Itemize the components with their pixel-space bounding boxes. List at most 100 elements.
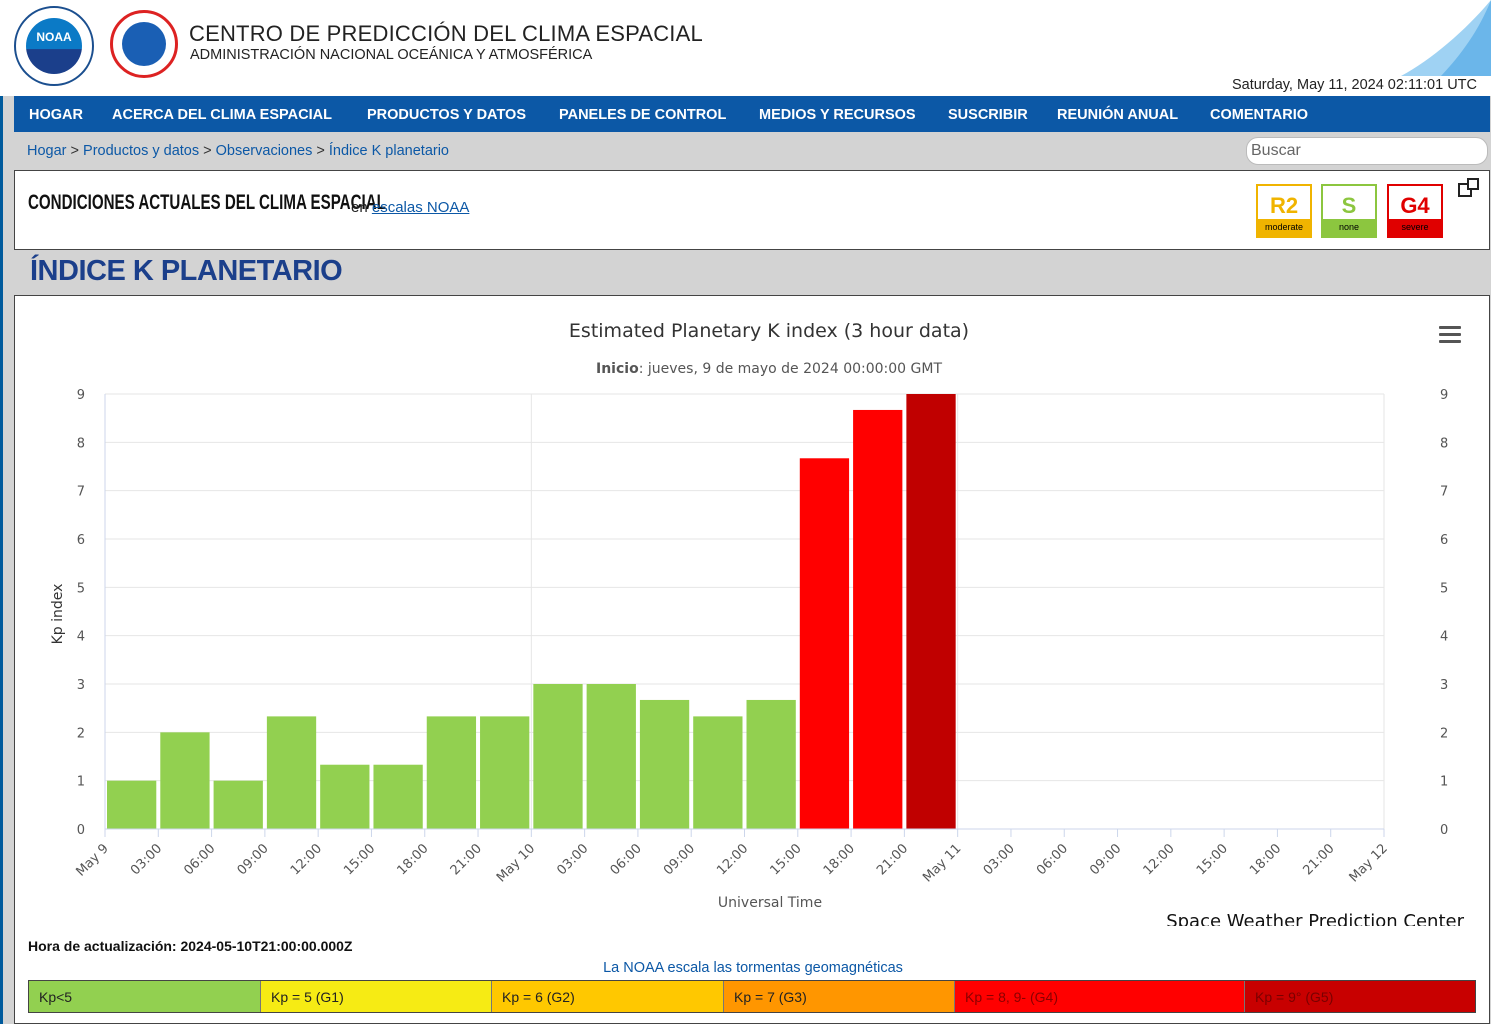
noaa-logo-emblem xyxy=(26,18,82,74)
x-tick-label: 21:00 xyxy=(1300,841,1337,878)
x-tick-label: 21:00 xyxy=(874,841,911,878)
conditions-en-text: en xyxy=(351,199,368,216)
nav-item-home[interactable]: HOGAR xyxy=(29,96,83,132)
noaa-scales-link[interactable]: escalas NOAA xyxy=(372,199,470,216)
kp-bar xyxy=(426,716,477,829)
legend-item-g4: Kp = 8, 9- (G4) xyxy=(955,981,1245,1012)
nav-item-annual-meeting[interactable]: REUNIÓN ANUAL xyxy=(1057,96,1178,132)
y-tick-label-right: 0 xyxy=(1440,823,1448,838)
chart-subtitle-label: Inicio xyxy=(596,361,639,377)
y-tick-label-left: 6 xyxy=(77,533,85,548)
y-tick-label-left: 0 xyxy=(77,823,85,838)
kp-chart: Estimated Planetary K index (3 hour data… xyxy=(50,320,1465,926)
nav-item-subscribe[interactable]: SUSCRIBIR xyxy=(948,96,1028,132)
y-tick-label-left: 4 xyxy=(77,630,85,645)
solar-radiation-scale-label: S xyxy=(1341,193,1357,218)
site-subtitle: ADMINISTRACIÓN NACIONAL OCEÁNICA Y ATMOS… xyxy=(190,47,593,63)
x-tick-label: 03:00 xyxy=(554,841,591,878)
legend-item-g3: Kp = 7 (G3) xyxy=(724,981,955,1012)
kp-bar xyxy=(480,716,530,829)
breadcrumb-separator: > xyxy=(203,143,212,159)
x-tick-label: 09:00 xyxy=(1087,841,1124,878)
popout-icon[interactable] xyxy=(1458,178,1479,197)
nav-item-products[interactable]: PRODUCTOS Y DATOS xyxy=(367,96,526,132)
x-tick-label: May 9 xyxy=(73,841,111,879)
site-title[interactable]: CENTRO DE PREDICCIÓN DEL CLIMA ESPACIAL xyxy=(189,21,703,47)
left-border xyxy=(0,96,3,1024)
nws-logo-core xyxy=(122,22,166,66)
breadcrumb-separator: > xyxy=(316,143,325,159)
radio-blackout-scale-badge[interactable]: R2 moderate xyxy=(1256,184,1312,238)
breadcrumb-products[interactable]: Productos y datos xyxy=(83,143,199,159)
geomagnetic-storm-scale-badge[interactable]: G4 severe xyxy=(1387,184,1443,238)
current-conditions-panel: CONDICIONES ACTUALES DEL CLIMA ESPACIAL … xyxy=(14,170,1490,250)
x-tick-label: 12:00 xyxy=(714,841,751,878)
geomagnetic-scale-link[interactable]: La NOAA escala las tormentas geomagnétic… xyxy=(15,960,1491,976)
x-tick-label: May 10 xyxy=(494,841,538,885)
kp-bar xyxy=(213,780,263,829)
solar-radiation-scale-level: none xyxy=(1323,219,1375,236)
nav-item-feedback[interactable]: COMENTARIO xyxy=(1210,96,1308,132)
kp-bar xyxy=(266,716,317,829)
chart-menu-icon[interactable] xyxy=(1439,326,1461,346)
x-tick-label: 15:00 xyxy=(1194,841,1231,878)
update-time: Hora de actualización: 2024-05-10T21:00:… xyxy=(28,938,353,954)
x-tick-label: 09:00 xyxy=(235,841,272,878)
y-tick-label-right: 9 xyxy=(1440,388,1448,403)
x-tick-label: 18:00 xyxy=(1247,841,1284,878)
nav-item-media[interactable]: MEDIOS Y RECURSOS xyxy=(759,96,916,132)
y-tick-label-left: 2 xyxy=(77,726,85,741)
site-header: NOAA CENTRO DE PREDICCIÓN DEL CLIMA ESPA… xyxy=(0,0,1491,96)
x-tick-label: 12:00 xyxy=(288,841,325,878)
kp-bar xyxy=(373,764,423,829)
breadcrumb: Hogar > Productos y datos > Observacione… xyxy=(27,143,449,159)
breadcrumb-home[interactable]: Hogar xyxy=(27,143,67,159)
y-tick-label-right: 6 xyxy=(1440,533,1448,548)
y-tick-label-right: 4 xyxy=(1440,630,1448,645)
y-tick-label-left: 7 xyxy=(77,485,85,500)
kp-bar xyxy=(160,732,210,829)
chart-credit[interactable]: Space Weather Prediction Center xyxy=(1166,911,1464,926)
kp-bar xyxy=(746,699,796,829)
breadcrumb-current[interactable]: Índice K planetario xyxy=(329,143,449,159)
geomagnetic-storm-scale-label: G4 xyxy=(1400,193,1430,218)
conditions-title: CONDICIONES ACTUALES DEL CLIMA ESPACIAL xyxy=(28,191,386,214)
y-axis-title: Kp index xyxy=(50,584,66,645)
nav-item-about[interactable]: ACERCA DEL CLIMA ESPACIAL xyxy=(112,96,332,132)
noaa-logo[interactable]: NOAA xyxy=(14,6,94,86)
x-tick-label: 18:00 xyxy=(394,841,431,878)
breadcrumb-observations[interactable]: Observaciones xyxy=(216,143,313,159)
x-tick-label: 03:00 xyxy=(981,841,1018,878)
x-tick-label: May 11 xyxy=(920,841,964,885)
radio-blackout-scale-label: R2 xyxy=(1269,193,1299,218)
kp-bar xyxy=(533,684,583,829)
x-tick-label: 06:00 xyxy=(181,841,218,878)
y-tick-label-left: 5 xyxy=(77,581,85,596)
x-tick-label: 21:00 xyxy=(448,841,485,878)
x-tick-label: 15:00 xyxy=(341,841,378,878)
x-tick-label: 06:00 xyxy=(1034,841,1071,878)
x-tick-label: May 12 xyxy=(1347,841,1391,885)
y-tick-label-left: 8 xyxy=(77,436,85,451)
y-tick-label-right: 3 xyxy=(1440,678,1448,693)
legend-item-kp-below-5: Kp<5 xyxy=(29,981,261,1012)
x-tick-label: 18:00 xyxy=(821,841,858,878)
radio-blackout-scale-level: moderate xyxy=(1258,219,1310,236)
search-input[interactable] xyxy=(1246,137,1488,165)
legend-item-g5: Kp = 9° (G5) xyxy=(1245,981,1475,1012)
chart-subtitle: Inicio: jueves, 9 de mayo de 2024 00:00:… xyxy=(596,361,942,377)
kp-bar xyxy=(586,684,636,829)
chart-title: Estimated Planetary K index (3 hour data… xyxy=(569,320,969,342)
x-tick-label: 15:00 xyxy=(768,841,805,878)
x-axis-title: Universal Time xyxy=(718,895,822,911)
solar-radiation-scale-badge[interactable]: S none xyxy=(1321,184,1377,238)
x-tick-label: 03:00 xyxy=(128,841,165,878)
legend-item-g1: Kp = 5 (G1) xyxy=(261,981,492,1012)
current-datetime: Saturday, May 11, 2024 02:11:01 UTC xyxy=(1231,77,1477,93)
nav-item-dashboards[interactable]: PANELES DE CONTROL xyxy=(559,96,726,132)
kp-bar xyxy=(107,780,157,829)
x-tick-label: 09:00 xyxy=(661,841,698,878)
page-title: ÍNDICE K PLANETARIO xyxy=(30,255,343,287)
nws-logo[interactable] xyxy=(104,4,184,84)
kp-bar xyxy=(906,394,956,829)
